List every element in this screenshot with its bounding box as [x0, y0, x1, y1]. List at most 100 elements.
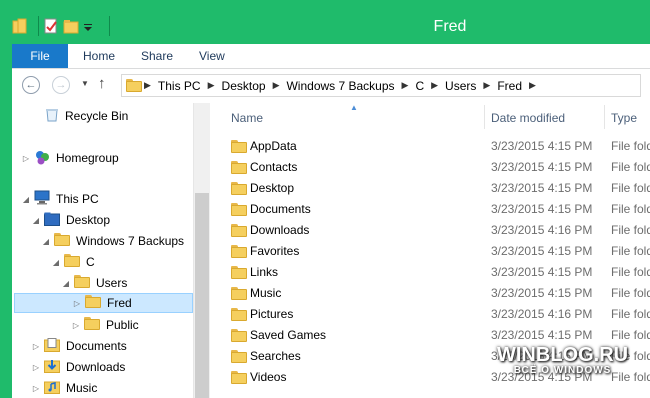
file-row[interactable]: Favorites 3/23/2015 4:15 PM File folder	[210, 241, 650, 262]
file-row[interactable]: Contacts 3/23/2015 4:15 PM File folder	[210, 157, 650, 178]
column-divider[interactable]	[604, 105, 605, 129]
file-row[interactable]: Music 3/23/2015 4:15 PM File folder	[210, 283, 650, 304]
breadcrumb-arrow-icon[interactable]: ▶	[400, 80, 411, 91]
nav-item-c[interactable]: ◢ C	[51, 252, 95, 272]
collapse-arrow-icon[interactable]: ◢	[31, 216, 41, 225]
nav-item-fred[interactable]: ▷ Fred	[14, 293, 193, 313]
breadcrumb-c[interactable]: C	[410, 79, 429, 93]
folder-icon	[231, 245, 247, 261]
file-name: Documents	[250, 202, 311, 216]
file-row[interactable]: Links 3/23/2015 4:15 PM File folder	[210, 262, 650, 283]
folder-icon	[231, 329, 247, 345]
forward-arrow-icon[interactable]: →	[52, 76, 70, 94]
column-divider[interactable]	[484, 105, 485, 129]
collapse-arrow-icon[interactable]: ◢	[51, 258, 61, 267]
breadcrumb-arrow-icon[interactable]: ▶	[527, 80, 538, 91]
file-name: Desktop	[250, 181, 295, 195]
nav-item-homegroup[interactable]: ▷ Homegroup	[21, 148, 119, 168]
scrollbar-thumb[interactable]	[195, 193, 209, 398]
navigation-pane: Recycle Bin ▷ Homegroup ◢ This PC ◢ Desk…	[12, 103, 193, 398]
expand-arrow-icon[interactable]: ▷	[31, 342, 41, 351]
expand-arrow-icon[interactable]: ▷	[31, 363, 41, 372]
nav-item-desktop[interactable]: ◢ Desktop	[31, 210, 110, 230]
folder-icon	[231, 182, 247, 198]
folder-icon	[231, 140, 247, 156]
collapse-arrow-icon[interactable]: ◢	[21, 195, 31, 204]
ribbon-tabs: File Home Share View	[12, 44, 650, 69]
downloads-icon	[44, 359, 60, 376]
column-header-type[interactable]: Type	[611, 104, 637, 132]
breadcrumb-arrow-icon[interactable]: ▶	[271, 80, 282, 91]
folder-icon	[84, 317, 100, 333]
file-row[interactable]: Desktop 3/23/2015 4:15 PM File folder	[210, 178, 650, 199]
file-name: Saved Games	[250, 328, 327, 342]
expand-arrow-icon[interactable]: ▷	[31, 384, 41, 393]
documents-icon	[44, 337, 60, 355]
expand-arrow-icon[interactable]: ▷	[21, 154, 31, 163]
file-row[interactable]: Pictures 3/23/2015 4:16 PM File folder	[210, 304, 650, 325]
breadcrumb-desktop[interactable]: Desktop	[217, 79, 271, 93]
recycle-bin-icon	[45, 107, 59, 125]
breadcrumb-this-pc[interactable]: This PC	[153, 79, 206, 93]
up-arrow-icon[interactable]: ↑	[98, 75, 106, 92]
homegroup-icon	[34, 149, 50, 168]
file-type: File folder	[611, 160, 650, 174]
nav-item-recycle-bin[interactable]: Recycle Bin	[32, 106, 128, 126]
folder-icon	[231, 308, 247, 324]
sort-ascending-icon: ▲	[350, 103, 358, 112]
folder-icon	[231, 203, 247, 219]
expand-arrow-icon[interactable]: ▷	[71, 321, 81, 330]
breadcrumb-fred[interactable]: Fred	[492, 79, 527, 93]
file-date-modified: 3/23/2015 4:15 PM	[491, 181, 593, 195]
file-name: Favorites	[250, 244, 300, 258]
nav-item-users[interactable]: ◢ Users	[61, 273, 127, 293]
collapse-arrow-icon[interactable]: ◢	[61, 279, 71, 288]
breadcrumb-users[interactable]: Users	[440, 79, 481, 93]
breadcrumb-windows-7-backups[interactable]: Windows 7 Backups	[281, 79, 399, 93]
breadcrumb-arrow-icon[interactable]: ▶	[206, 80, 217, 91]
tab-file[interactable]: File	[12, 44, 68, 68]
file-date-modified: 3/23/2015 4:15 PM	[491, 265, 593, 279]
file-date-modified: 3/23/2015 4:15 PM	[491, 328, 593, 342]
folder-icon	[54, 233, 70, 249]
file-type: File folder	[611, 223, 650, 237]
tab-view[interactable]: View	[199, 44, 225, 68]
back-arrow-icon[interactable]: ←	[22, 76, 40, 94]
tab-home[interactable]: Home	[83, 44, 115, 68]
breadcrumb-arrow-icon[interactable]: ▶	[142, 80, 153, 91]
file-type: File folder	[611, 202, 650, 216]
nav-item-this-pc[interactable]: ◢ This PC	[21, 189, 99, 209]
file-name: AppData	[250, 139, 297, 153]
breadcrumb-arrow-icon[interactable]: ▶	[429, 80, 440, 91]
file-name: Videos	[250, 370, 287, 384]
tab-share[interactable]: Share	[141, 44, 173, 68]
expand-arrow-icon[interactable]: ▷	[72, 299, 82, 308]
file-row[interactable]: Saved Games 3/23/2015 4:15 PM File folder	[210, 325, 650, 346]
nav-item-public[interactable]: ▷ Public	[71, 315, 139, 335]
folder-icon	[231, 350, 247, 366]
recent-locations-chevron-icon[interactable]: ▼	[81, 79, 89, 88]
window-title: Fred	[433, 18, 467, 35]
file-date-modified: 3/23/2015 4:15 PM	[491, 244, 593, 258]
file-type: File folder	[611, 307, 650, 321]
computer-icon	[34, 190, 50, 208]
file-row[interactable]: Downloads 3/23/2015 4:16 PM File folder	[210, 220, 650, 241]
address-folder-icon	[126, 79, 142, 92]
nav-item-documents[interactable]: ▷ Documents	[31, 336, 127, 356]
desktop-folder-icon	[44, 212, 60, 229]
nav-item-windows-7-backups[interactable]: ◢ Windows 7 Backups	[41, 231, 184, 251]
nav-item-downloads[interactable]: ▷ Downloads	[31, 357, 125, 377]
nav-item-music[interactable]: ▷ Music	[31, 378, 97, 398]
file-type: File folder	[611, 286, 650, 300]
file-type: File folder	[611, 244, 650, 258]
collapse-arrow-icon[interactable]: ◢	[41, 237, 51, 246]
column-header-name[interactable]: Name	[231, 104, 263, 132]
navigation-pane-scrollbar[interactable]	[193, 103, 210, 398]
address-bar[interactable]: ▶ This PC ▶ Desktop ▶ Windows 7 Backups …	[121, 74, 641, 97]
file-name: Downloads	[250, 223, 310, 237]
breadcrumb-arrow-icon[interactable]: ▶	[481, 80, 492, 91]
column-header-date[interactable]: Date modified	[491, 104, 565, 132]
file-row[interactable]: AppData 3/23/2015 4:15 PM File folder	[210, 136, 650, 157]
file-row[interactable]: Documents 3/23/2015 4:15 PM File folder	[210, 199, 650, 220]
folder-icon	[231, 287, 247, 303]
